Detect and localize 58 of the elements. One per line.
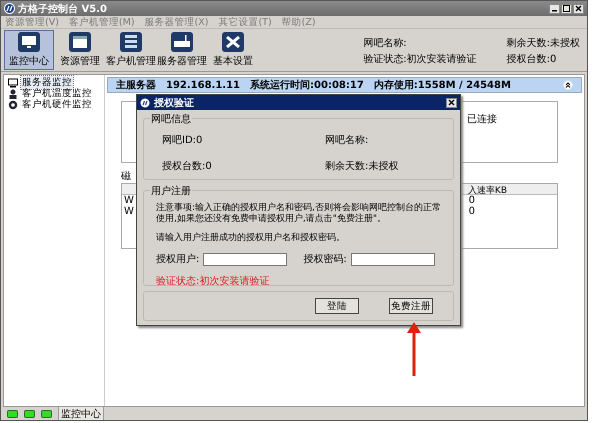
password-label: 授权密码:: [303, 252, 347, 266]
column-header: 入速率KB: [468, 184, 507, 194]
cafe-id-label: 网吧ID:0: [162, 134, 204, 147]
toolbar-button[interactable]: 监控中心: [4, 30, 54, 70]
person-icon: [8, 88, 18, 98]
table-cell: 0: [468, 195, 475, 206]
dialog-button[interactable]: 登陆: [315, 298, 359, 314]
connection-status: 已连接: [467, 112, 497, 126]
collapse-icon[interactable]: [563, 80, 573, 90]
memory-label: 内存使用:1558M / 24548M: [374, 78, 511, 92]
tree-item[interactable]: 客户机硬件监控: [21, 98, 93, 111]
toolbar-button[interactable]: 客户机管理: [106, 30, 156, 70]
verify-status-label: 验证状态:初次安装请验证: [363, 52, 477, 66]
toolbar-button[interactable]: 服务器管理: [157, 30, 207, 70]
table-cell: 0: [468, 206, 475, 217]
server-ip: 192.168.1.11: [166, 80, 240, 90]
seats-label: 授权台数:0: [162, 160, 213, 173]
cafe-name-label: 网吧名称:: [325, 134, 370, 147]
dialog-button[interactable]: 免费注册: [389, 298, 433, 314]
tree-item[interactable]: 服务器监控: [21, 76, 73, 89]
uptime-label: 系统运行时间:00:08:17: [250, 78, 364, 92]
close-button[interactable]: [573, 4, 584, 14]
gear-icon: [8, 100, 18, 110]
prompt-text: 请输入用户注册成功的授权用户名和授权密码。: [156, 232, 346, 244]
toolbar-button[interactable]: 基本设置: [208, 30, 258, 70]
group-title: 网吧信息: [150, 112, 192, 126]
user-field[interactable]: [203, 252, 288, 266]
table-cell: W: [124, 195, 134, 206]
maximize-icon: [563, 5, 570, 12]
days-left-label: 剩余天数:未授权: [506, 36, 580, 50]
user-label: 授权用户:: [156, 252, 200, 266]
verify-status-text: 验证状态:初次安装请验证: [156, 274, 270, 288]
close-button[interactable]: [446, 98, 457, 108]
days-left-label: 剩余天数:未授权: [325, 160, 400, 173]
dialog-title: 授权验证: [154, 96, 194, 110]
minimize-button[interactable]: [549, 4, 560, 14]
window-icon: [69, 32, 91, 52]
grid-icon: [120, 32, 142, 52]
server-name: 主服务器: [116, 78, 156, 92]
tree-item[interactable]: 客户机温度监控: [21, 87, 93, 100]
app-logo-icon: [4, 3, 15, 14]
seats-label: 授权台数:0: [506, 52, 558, 66]
group-label: 磁: [121, 170, 132, 183]
table-cell: W: [124, 206, 134, 217]
app-logo-icon: [140, 98, 150, 108]
status-tab[interactable]: 监控中心: [58, 406, 104, 420]
server-icon: [171, 32, 193, 52]
tools-icon: [222, 32, 244, 52]
notice-text: 注意事项:输入正确的授权用户名和密码,否则将会影响网吧控制台的正常使用,如果您还没有免费申请授权用户,请点击"免费注册"。: [156, 203, 441, 225]
cafe-name-label: 网吧名称:: [363, 37, 408, 50]
toolbar-button[interactable]: 资源管理: [55, 30, 105, 70]
arrow-drawing: [406, 321, 422, 377]
window-title: 方格子控制台 V5.0: [18, 2, 107, 16]
password-field[interactable]: [350, 252, 435, 266]
maximize-button[interactable]: [561, 4, 572, 14]
monitor-icon: [18, 32, 40, 52]
group-title: 用户注册: [150, 184, 192, 198]
monitor-icon: [8, 78, 18, 88]
